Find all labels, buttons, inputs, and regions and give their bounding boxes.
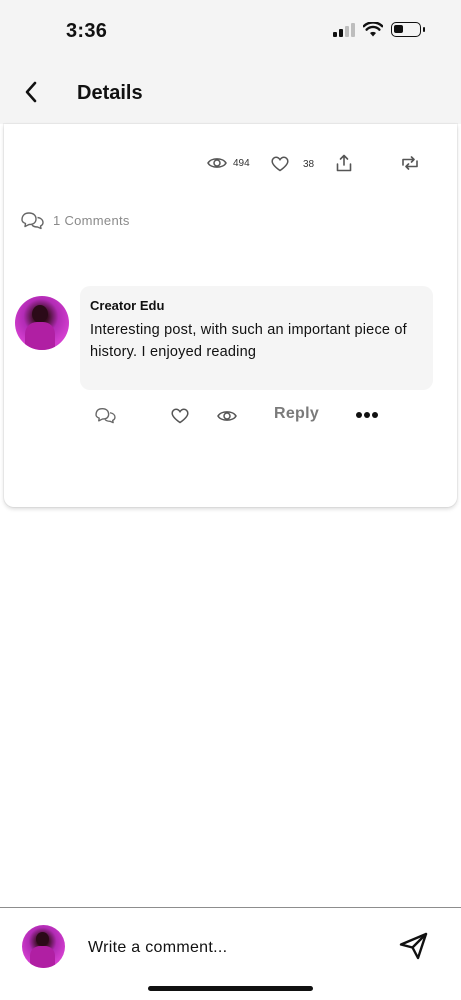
status-time: 3:36 bbox=[66, 20, 108, 42]
comment-text: Interesting post, with such an important… bbox=[90, 322, 407, 360]
more-options-button[interactable] bbox=[355, 411, 379, 419]
comment-author-avatar[interactable] bbox=[15, 296, 69, 350]
send-icon bbox=[399, 932, 428, 960]
app-header: Details bbox=[0, 62, 461, 124]
chevron-left-icon bbox=[25, 81, 37, 103]
more-icon bbox=[356, 412, 378, 418]
comments-icon bbox=[21, 212, 44, 230]
comment-bubble: Creator Edu Interesting post, with such … bbox=[80, 286, 433, 390]
send-button[interactable] bbox=[396, 930, 432, 962]
comment-replies-button[interactable] bbox=[94, 406, 117, 424]
eye-icon bbox=[217, 411, 237, 421]
views-stat[interactable]: 494 bbox=[207, 156, 250, 170]
share-icon bbox=[336, 154, 352, 172]
comments-icon bbox=[95, 408, 116, 424]
comments-count-label: 1 Comments bbox=[53, 212, 130, 228]
share-button[interactable] bbox=[336, 154, 352, 172]
current-user-avatar bbox=[22, 925, 65, 968]
reply-button[interactable]: Reply bbox=[274, 405, 319, 423]
post-stats-row: 494 38 bbox=[4, 154, 457, 178]
heart-icon bbox=[271, 156, 289, 172]
repost-button[interactable] bbox=[400, 156, 420, 170]
back-button[interactable] bbox=[16, 76, 46, 108]
comment-input[interactable] bbox=[88, 936, 368, 960]
likes-stat[interactable]: 38 bbox=[271, 156, 314, 172]
comment-views-button[interactable] bbox=[217, 409, 237, 423]
wifi-icon bbox=[363, 22, 383, 37]
post-card: 494 38 1 Comments Creator Edu Interestin… bbox=[4, 124, 457, 507]
comment-composer bbox=[0, 907, 461, 1000]
likes-count: 38 bbox=[303, 158, 315, 170]
comments-count[interactable]: 1 Comments bbox=[20, 210, 130, 230]
status-icons bbox=[333, 22, 425, 37]
reply-label: Reply bbox=[274, 405, 320, 422]
details-screen: 3:36 Details 494 38 1 Comments Creator E… bbox=[0, 0, 461, 1000]
battery-icon bbox=[391, 22, 425, 37]
eye-icon bbox=[207, 158, 227, 168]
home-indicator bbox=[148, 986, 313, 991]
comment-like-button[interactable] bbox=[171, 408, 189, 424]
heart-icon bbox=[171, 408, 189, 424]
comment-author-name[interactable]: Creator Edu bbox=[90, 298, 423, 313]
comment-actions: Reply bbox=[4, 404, 457, 428]
status-bar: 3:36 bbox=[0, 0, 461, 62]
repost-icon bbox=[402, 156, 418, 170]
signal-icon bbox=[333, 22, 355, 37]
views-count: 494 bbox=[233, 157, 250, 169]
page-title: Details bbox=[77, 82, 143, 104]
